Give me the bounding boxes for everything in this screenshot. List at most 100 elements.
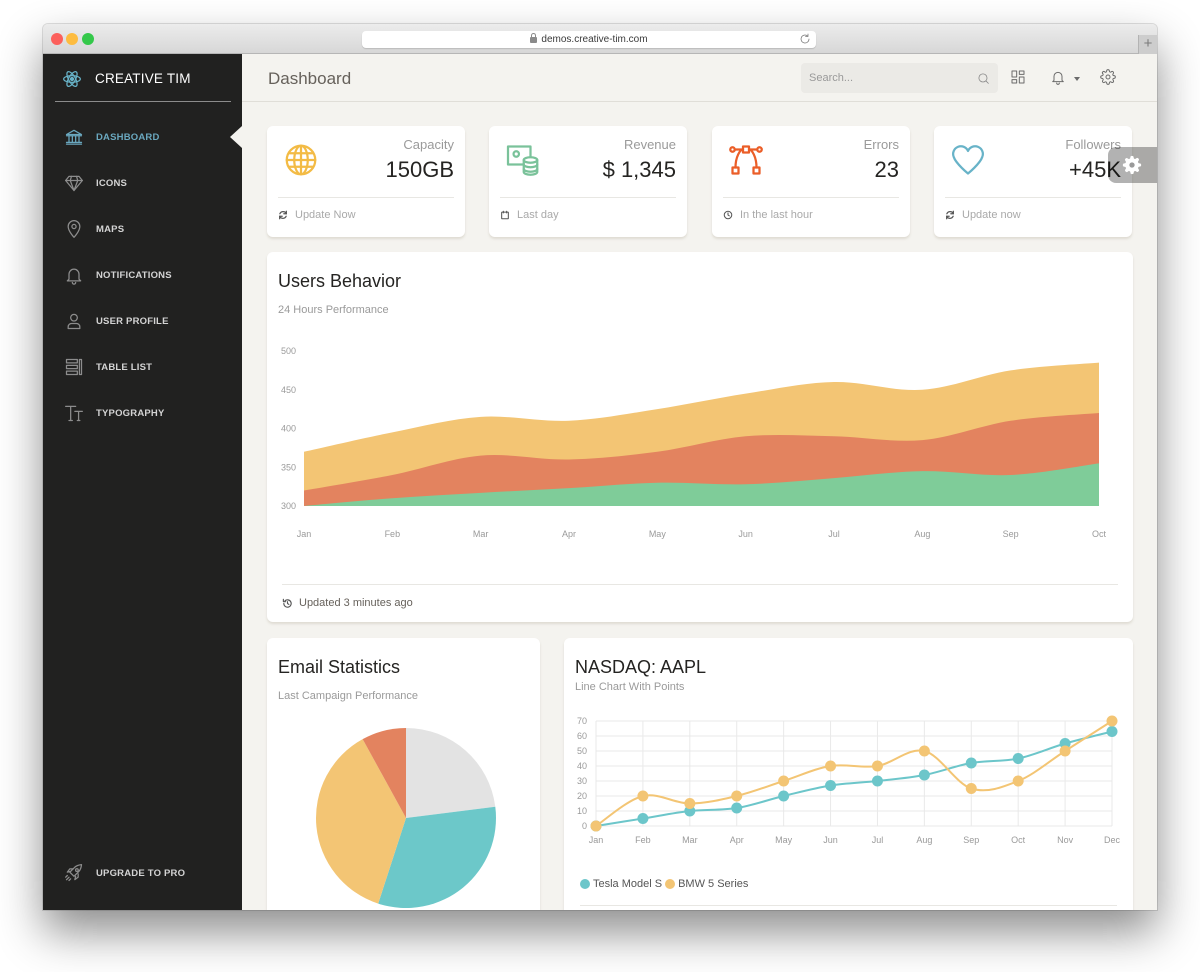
sidebar-item-typography[interactable]: TYPOGRAPHY bbox=[43, 390, 242, 436]
legend-dot bbox=[665, 879, 676, 889]
stat-value: 150GB bbox=[385, 157, 455, 182]
data-point[interactable] bbox=[965, 783, 977, 794]
sidebar-item-label: TABLE LIST bbox=[96, 361, 153, 373]
upgrade-to-pro-link[interactable]: UPGRADE TO PRO bbox=[43, 850, 242, 896]
x-tick-label: Sep bbox=[1003, 529, 1019, 539]
data-point[interactable] bbox=[965, 757, 977, 769]
data-point[interactable] bbox=[825, 780, 837, 791]
heart-icon bbox=[950, 142, 986, 178]
y-tick-label: 60 bbox=[577, 731, 587, 741]
data-point[interactable] bbox=[1059, 745, 1071, 757]
data-point[interactable] bbox=[590, 820, 602, 832]
divider bbox=[282, 584, 1118, 585]
data-point[interactable] bbox=[871, 775, 883, 787]
stat-footer-text: Last day bbox=[517, 209, 559, 221]
y-tick-label: 300 bbox=[281, 501, 296, 511]
money-coins-icon bbox=[505, 142, 541, 178]
x-tick-label: Jun bbox=[738, 529, 753, 539]
minimize-window-button[interactable] bbox=[66, 33, 78, 45]
y-tick-label: 20 bbox=[577, 791, 587, 801]
x-tick-label: May bbox=[775, 835, 793, 845]
sidebar-item-dashboard[interactable]: DASHBOARD bbox=[43, 114, 242, 160]
x-tick-label: Feb bbox=[385, 529, 401, 539]
data-point[interactable] bbox=[778, 775, 790, 787]
data-point[interactable] bbox=[684, 798, 696, 809]
data-point[interactable] bbox=[825, 760, 837, 772]
y-tick-label: 400 bbox=[281, 424, 296, 434]
data-point[interactable] bbox=[871, 760, 883, 772]
caret-down-icon[interactable] bbox=[1074, 77, 1080, 81]
vector-icon bbox=[728, 142, 764, 178]
data-point[interactable] bbox=[778, 790, 790, 802]
card-subtitle: Last Campaign Performance bbox=[278, 690, 419, 702]
stat-footer-link[interactable]: Update Now bbox=[278, 209, 356, 221]
email-statistics-card: Email Statistics Last Campaign Performan… bbox=[267, 638, 540, 910]
x-tick-label: Dec bbox=[1104, 835, 1121, 845]
x-tick-label: Aug bbox=[916, 835, 932, 845]
sidebar-divider bbox=[55, 101, 231, 102]
layout-icon[interactable] bbox=[1010, 69, 1026, 85]
data-point[interactable] bbox=[637, 790, 649, 802]
x-tick-label: Mar bbox=[682, 835, 698, 845]
y-tick-label: 0 bbox=[582, 821, 587, 831]
maximize-window-button[interactable] bbox=[82, 33, 94, 45]
y-tick-label: 450 bbox=[281, 385, 296, 395]
sidebar-item-label: NOTIFICATIONS bbox=[96, 269, 172, 281]
data-point[interactable] bbox=[1106, 715, 1118, 727]
gear-icon[interactable] bbox=[1100, 69, 1116, 85]
x-tick-label: Jan bbox=[589, 835, 604, 845]
search-input[interactable] bbox=[801, 63, 971, 93]
refresh-icon bbox=[945, 210, 955, 220]
sidebar-item-table-list[interactable]: TABLE LIST bbox=[43, 344, 242, 390]
x-tick-label: Jul bbox=[872, 835, 884, 845]
search-icon[interactable] bbox=[977, 72, 990, 85]
fixed-settings-button[interactable] bbox=[1108, 147, 1157, 183]
sidebar-item-label: DASHBOARD bbox=[96, 131, 160, 143]
brand-name[interactable]: CREATIVE TIM bbox=[95, 71, 191, 86]
gear-icon bbox=[1122, 155, 1142, 175]
divider bbox=[500, 197, 676, 198]
stat-footer-link[interactable]: Last day bbox=[500, 209, 559, 221]
data-point[interactable] bbox=[918, 745, 930, 757]
new-tab-button[interactable]: + bbox=[1138, 35, 1157, 54]
bell-icon[interactable] bbox=[1050, 69, 1066, 85]
data-point[interactable] bbox=[731, 790, 743, 802]
stat-footer-link[interactable]: In the last hour bbox=[723, 209, 813, 221]
data-point[interactable] bbox=[1012, 753, 1024, 764]
data-point[interactable] bbox=[637, 813, 649, 824]
reload-icon[interactable] bbox=[799, 33, 811, 45]
x-tick-label: Feb bbox=[635, 835, 651, 845]
x-tick-label: Apr bbox=[562, 529, 576, 539]
nasdaq-line-chart: 0 10 20 30 40 50 60 70 Jan Feb Mar Apr May Jun Jul Aug S… bbox=[577, 715, 1121, 845]
sidebar-item-user-profile[interactable]: USER PROFILE bbox=[43, 298, 242, 344]
sidebar-item-maps[interactable]: MAPS bbox=[43, 206, 242, 252]
stat-value: $ 1,345 bbox=[602, 157, 676, 182]
clock-icon bbox=[723, 210, 733, 220]
address-bar[interactable]: demos.creative-tim.com bbox=[362, 31, 816, 48]
x-tick-label: Aug bbox=[914, 529, 930, 539]
stat-value: 23 bbox=[874, 157, 899, 182]
card-subtitle: 24 Hours Performance bbox=[278, 304, 389, 316]
sidebar-item-label: USER PROFILE bbox=[96, 315, 169, 327]
atom-icon[interactable] bbox=[62, 69, 82, 89]
data-point[interactable] bbox=[1106, 726, 1118, 737]
lock-icon bbox=[530, 33, 538, 43]
sidebar-item-icons[interactable]: ICONS bbox=[43, 160, 242, 206]
pie-slice-1 bbox=[406, 728, 496, 818]
data-point[interactable] bbox=[731, 802, 743, 814]
card-title: Email Statistics bbox=[278, 657, 401, 677]
data-point[interactable] bbox=[918, 769, 930, 781]
sidebar: CREATIVE TIM DASHBOARD ICONS MAPS NOTIFI… bbox=[43, 54, 242, 910]
close-window-button[interactable] bbox=[51, 33, 63, 45]
data-point[interactable] bbox=[1012, 775, 1024, 787]
divider bbox=[580, 905, 1117, 906]
sidebar-item-notifications[interactable]: NOTIFICATIONS bbox=[43, 252, 242, 298]
x-tick-label: Nov bbox=[1057, 835, 1074, 845]
stat-label: Revenue bbox=[623, 137, 676, 152]
stat-footer-link[interactable]: Update now bbox=[945, 209, 1021, 221]
x-tick-label: Oct bbox=[1092, 529, 1107, 539]
browser-titlebar: demos.creative-tim.com + bbox=[43, 24, 1157, 54]
active-indicator bbox=[230, 126, 242, 148]
card-subtitle: Line Chart With Points bbox=[575, 681, 685, 693]
upgrade-label: UPGRADE TO PRO bbox=[96, 867, 186, 879]
